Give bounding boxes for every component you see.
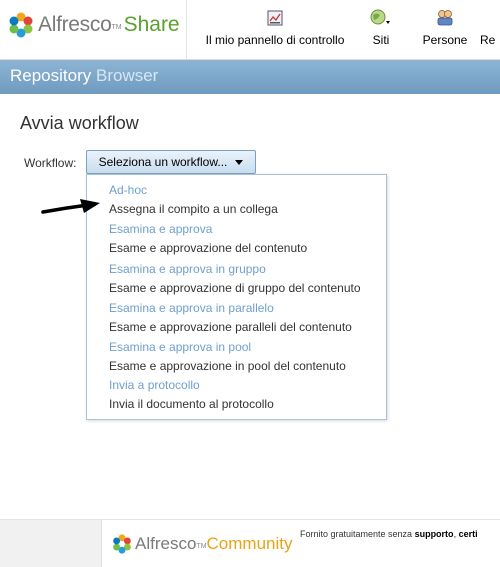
nav-repository-label: Re <box>480 33 496 47</box>
sites-globe-icon <box>370 9 390 25</box>
menu-item-description: Esame e approvazione paralleli del conte… <box>109 320 352 334</box>
menu-item-description: Esame e approvazione di gruppo del conte… <box>109 281 361 295</box>
workflow-select-label: Seleziona un workflow... <box>98 155 228 169</box>
menu-item-title: Esamina e approva in pool <box>109 340 252 354</box>
workflow-dropdown-menu: Ad-hoc Assegna il compito a un collega E… <box>86 174 387 420</box>
nav-sites[interactable]: Siti <box>357 8 405 47</box>
nav-sites-label: Siti <box>372 33 390 47</box>
logo-product-text: Share <box>123 13 180 36</box>
menu-item-pooled-review[interactable]: Esamina e approva in pool Esame e approv… <box>109 340 379 374</box>
repository-icon <box>480 8 500 28</box>
app-footer: Alfresco TM Community Fornito gratuitame… <box>0 519 500 567</box>
caret-down-icon <box>235 159 244 165</box>
footer-logo-product: Community <box>206 534 293 553</box>
dashboard-icon <box>267 10 283 26</box>
alfresco-share-logo[interactable]: Alfresco TM Share <box>8 10 180 40</box>
footer-logo-brand: Alfresco <box>135 534 197 553</box>
alfresco-community-logo[interactable]: Alfresco TM Community <box>112 534 293 554</box>
menu-item-review-approve[interactable]: Esamina e approva Esame e approvazione d… <box>109 222 379 256</box>
page-heading: Avvia workflow <box>20 113 139 133</box>
alfresco-flower-icon <box>113 534 131 554</box>
menu-item-description: Esame e approvazione in pool del contenu… <box>109 359 346 373</box>
footer-logo-tm: TM <box>196 542 207 550</box>
footer-notice: Fornito gratuitamente senza supporto, ce… <box>300 529 478 539</box>
annotation-arrow-icon <box>41 199 100 214</box>
header-divider <box>186 0 187 59</box>
menu-item-title: Esamina e approva in gruppo <box>109 262 266 276</box>
footer-left-panel <box>0 520 102 567</box>
nav-people[interactable]: Persone <box>412 8 478 47</box>
menu-item-title: Esamina e approva <box>109 222 213 236</box>
app-header: Alfresco TM Share Il mio pannello di con… <box>0 0 500 60</box>
footer-certified-link[interactable]: certi <box>459 529 478 539</box>
logo-brand-text: Alfresco <box>38 13 112 36</box>
menu-item-group-review[interactable]: Esamina e approva in gruppo Esame e appr… <box>109 262 379 296</box>
page-title-part1: Repository <box>10 66 92 85</box>
menu-item-description: Invia il documento al protocollo <box>109 397 274 411</box>
menu-item-adhoc[interactable]: Ad-hoc Assegna il compito a un collega <box>109 183 379 217</box>
alfresco-flower-icon <box>9 12 33 38</box>
nav-repository[interactable]: Re <box>480 8 500 47</box>
page-title: Repository Browser <box>10 66 158 86</box>
workflow-label: Workflow: <box>24 156 77 170</box>
page-title-part2: Browser <box>96 66 159 85</box>
footer-support-link[interactable]: supporto <box>415 529 454 539</box>
menu-item-title: Ad-hoc <box>109 183 148 197</box>
people-icon <box>437 10 453 26</box>
nav-dashboard-label: Il mio pannello di controllo <box>205 33 345 47</box>
logo-tm: TM <box>111 23 122 31</box>
menu-item-description: Esame e approvazione del contenuto <box>109 241 308 255</box>
menu-item-parallel-review[interactable]: Esamina e approva in parallelo Esame e a… <box>109 301 379 335</box>
menu-item-title: Invia a protocollo <box>109 378 200 392</box>
workflow-select-button[interactable]: Seleziona un workflow... <box>86 150 256 174</box>
menu-item-send-protocol[interactable]: Invia a protocollo Invia il documento al… <box>109 378 379 412</box>
page-titlebar: Repository Browser <box>0 60 500 94</box>
menu-item-description: Assegna il compito a un collega <box>109 202 278 216</box>
menu-item-title: Esamina e approva in parallelo <box>109 301 274 315</box>
footer-text-prefix: Fornito gratuitamente senza <box>300 529 415 539</box>
nav-dashboard[interactable]: Il mio pannello di controllo <box>200 8 350 47</box>
nav-people-label: Persone <box>422 33 468 47</box>
